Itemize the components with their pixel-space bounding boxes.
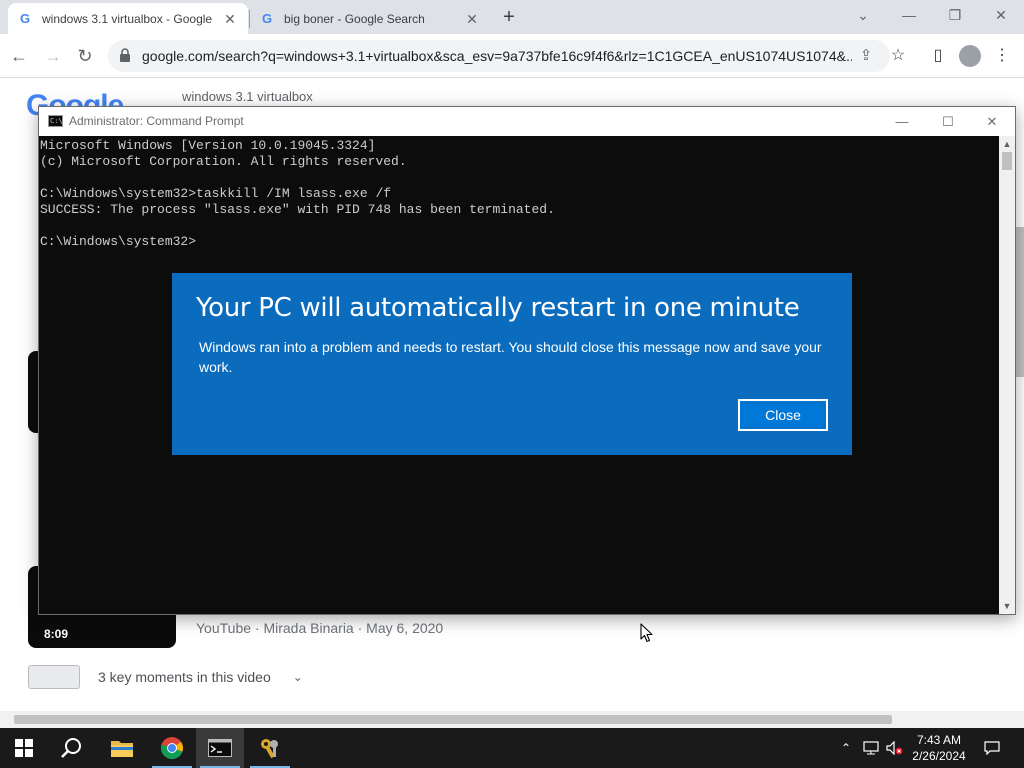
cmd-minimize-icon[interactable]: — <box>879 107 925 136</box>
moments-thumbnail-icon <box>28 665 80 689</box>
tab-close-icon[interactable]: ✕ <box>464 11 480 27</box>
show-hidden-icons-chevron-up-icon[interactable]: ⌃ <box>836 728 856 768</box>
key-moments-label: 3 key moments in this video <box>98 669 271 685</box>
scroll-up-icon[interactable]: ▲ <box>999 136 1015 152</box>
cmd-scrollbar[interactable]: ▲ ▼ <box>999 136 1015 614</box>
notifications-icon[interactable] <box>980 728 1004 768</box>
video-duration: 8:09 <box>44 627 69 641</box>
file-explorer-icon[interactable] <box>98 728 146 768</box>
restart-warning-dialog: Your PC will automatically restart in on… <box>172 273 852 455</box>
horizontal-scrollbar-thumb[interactable] <box>14 715 892 724</box>
search-icon[interactable] <box>48 728 96 768</box>
tab-big-boner[interactable]: G big boner - Google Search ✕ <box>250 3 490 34</box>
cmd-maximize-icon[interactable]: ☐ <box>925 107 971 136</box>
close-window-icon[interactable]: ✕ <box>978 2 1024 28</box>
address-bar[interactable]: google.com/search?q=windows+3.1+virtualb… <box>108 40 890 72</box>
cmd-title-bar[interactable]: C:\ Administrator: Command Prompt — ☐ ✕ <box>39 107 1015 136</box>
taskbar: ⌃ 7:43 AM 2/26/2024 <box>0 728 1024 768</box>
tab-title: windows 3.1 virtualbox - Google <box>42 11 213 26</box>
tab-search-chevron-icon[interactable]: ⌄ <box>840 2 886 28</box>
cmd-window-title: Administrator: Command Prompt <box>69 114 244 128</box>
cmd-close-icon[interactable]: ✕ <box>969 107 1015 136</box>
restart-dialog-message: Windows ran into a problem and needs to … <box>199 339 822 375</box>
close-button[interactable]: Close <box>738 399 828 431</box>
windows-start-icon[interactable] <box>0 728 48 768</box>
google-favicon-icon: G <box>261 10 273 26</box>
minimize-icon[interactable]: — <box>886 2 932 28</box>
tab-title: big boner - Google Search <box>284 11 425 26</box>
forward-arrow-icon[interactable]: → <box>40 43 66 69</box>
restart-dialog-title: Your PC will automatically restart in on… <box>196 293 800 323</box>
reload-icon[interactable]: ↻ <box>72 43 98 69</box>
google-favicon-icon: G <box>19 10 31 26</box>
share-icon[interactable]: ⇪ <box>856 46 876 66</box>
scroll-down-icon[interactable]: ▼ <box>999 598 1015 614</box>
profile-avatar-icon[interactable] <box>958 44 982 68</box>
system-clock[interactable]: 7:43 AM 2/26/2024 <box>900 732 978 764</box>
browser-toolbar: ← → ↻ google.com/search?q=windows+3.1+vi… <box>0 34 1024 78</box>
tab-strip: G windows 3.1 virtualbox - Google ✕ G bi… <box>0 0 1024 34</box>
chevron-down-icon[interactable]: ⌄ <box>293 670 303 684</box>
new-tab-icon[interactable]: + <box>498 6 520 28</box>
menu-kebab-icon[interactable]: ⋮ <box>990 44 1014 68</box>
restore-icon[interactable]: ❐ <box>932 2 978 28</box>
video-meta: YouTube · Mirada Binaria · May 6, 2020 <box>196 620 444 636</box>
cmd-scrollbar-thumb[interactable] <box>1002 152 1012 170</box>
network-icon[interactable] <box>860 728 882 768</box>
mouse-pointer-icon <box>640 623 653 643</box>
back-arrow-icon[interactable]: ← <box>6 43 32 69</box>
clock-time: 7:43 AM <box>916 733 962 747</box>
key-app-icon[interactable] <box>246 728 294 768</box>
bookmark-star-icon[interactable]: ☆ <box>886 44 910 68</box>
chrome-icon[interactable] <box>148 728 196 768</box>
clock-date: 2/26/2024 <box>912 749 966 763</box>
side-panel-icon[interactable]: ▯ <box>926 44 950 68</box>
tab-close-icon[interactable]: ✕ <box>222 11 238 27</box>
url-text: google.com/search?q=windows+3.1+virtualb… <box>142 48 852 64</box>
command-prompt-taskbar-icon[interactable] <box>196 728 244 768</box>
key-moments-row[interactable]: 3 key moments in this video ⌄ <box>28 665 303 689</box>
tab-windows-virtualbox[interactable]: G windows 3.1 virtualbox - Google ✕ <box>8 3 248 34</box>
lock-icon <box>120 48 130 62</box>
cmd-app-icon: C:\ <box>48 115 63 127</box>
page-scrollbar-thumb[interactable] <box>1015 227 1024 377</box>
horizontal-scrollbar[interactable] <box>0 711 1024 728</box>
